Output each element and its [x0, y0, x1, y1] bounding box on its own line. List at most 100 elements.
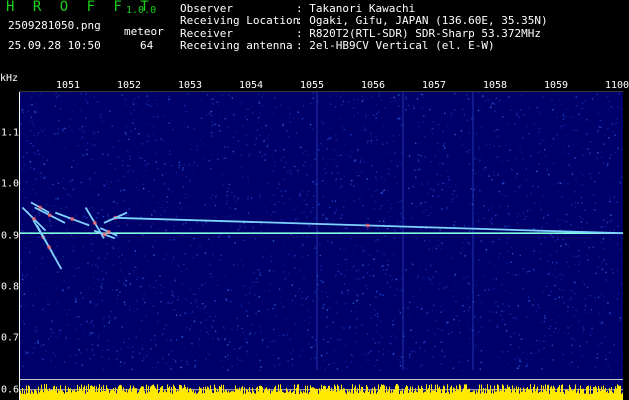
noise-speck [247, 302, 249, 304]
noise-speck [163, 328, 166, 330]
noise-speck [57, 133, 59, 135]
noise-speck [545, 285, 548, 287]
level-bar [21, 393, 22, 400]
noise-speck [199, 308, 201, 310]
noise-speck [128, 309, 131, 311]
noise-speck [212, 228, 214, 230]
level-bar [371, 390, 372, 400]
noise-speck [152, 246, 154, 248]
noise-speck [302, 190, 304, 192]
noise-speck [511, 253, 514, 255]
noise-speck [194, 128, 196, 130]
noise-speck [437, 183, 439, 185]
noise-speck [260, 127, 262, 129]
noise-speck [568, 363, 571, 365]
noise-speck [88, 287, 90, 289]
level-bar [335, 386, 336, 400]
noise-speck [540, 322, 542, 324]
antenna-value: : 2el-HB9CV Vertical (el. E-W) [296, 38, 495, 52]
level-bar [188, 392, 189, 400]
noise-speck [384, 273, 386, 276]
noise-speck [383, 348, 385, 351]
noise-speck [494, 264, 496, 267]
level-bar [397, 384, 398, 400]
noise-speck [272, 307, 274, 310]
noise-speck [554, 284, 556, 287]
noise-speck [280, 189, 282, 192]
noise-speck [490, 125, 492, 127]
noise-speck [493, 170, 495, 173]
noise-speck [225, 298, 227, 300]
noise-speck [474, 316, 476, 318]
noise-speck [136, 273, 138, 275]
level-bar [533, 386, 534, 400]
level-bar [40, 390, 41, 400]
noise-speck [469, 230, 471, 232]
noise-speck [463, 114, 465, 116]
noise-speck [490, 218, 493, 220]
noise-speck [40, 172, 42, 174]
level-bar [457, 389, 458, 400]
y-tick-label: 1.1 [1, 127, 20, 139]
noise-speck [180, 367, 182, 369]
noise-speck [396, 336, 398, 338]
noise-speck [570, 297, 572, 299]
noise-speck [113, 317, 115, 320]
level-bar [236, 388, 237, 400]
noise-speck [69, 355, 71, 357]
noise-speck [49, 187, 51, 189]
noise-speck [557, 238, 559, 240]
level-bar [435, 384, 436, 400]
noise-speck [217, 153, 219, 155]
noise-speck [441, 329, 443, 332]
noise-speck [379, 320, 382, 323]
noise-speck [350, 311, 352, 313]
noise-speck [495, 97, 497, 99]
noise-speck [382, 143, 384, 145]
level-bar [71, 392, 72, 400]
noise-speck [467, 309, 470, 311]
noise-speck [620, 107, 622, 110]
level-bar [293, 391, 294, 400]
level-bar [534, 384, 535, 400]
noise-speck [34, 347, 36, 349]
noise-speck [488, 289, 490, 291]
noise-speck [430, 188, 432, 190]
level-bar [52, 389, 53, 400]
noise-speck [339, 248, 341, 250]
noise-speck [258, 296, 260, 298]
noise-speck [81, 138, 83, 140]
noise-speck [274, 203, 276, 206]
level-bar [299, 393, 300, 400]
level-bar [32, 391, 33, 400]
noise-speck [20, 229, 22, 232]
noise-speck [310, 211, 312, 213]
noise-speck [394, 229, 396, 232]
noise-speck [85, 99, 87, 102]
noise-speck [336, 165, 338, 168]
noise-speck [155, 152, 157, 154]
noise-speck [412, 116, 415, 118]
noise-speck [514, 317, 517, 319]
noise-speck [498, 265, 500, 268]
level-bar [491, 393, 492, 400]
noise-speck [505, 330, 508, 333]
noise-speck [394, 317, 396, 319]
noise-speck [347, 290, 349, 292]
level-bar [167, 384, 168, 400]
noise-speck [165, 229, 167, 232]
level-bar [432, 390, 433, 400]
noise-speck [309, 317, 312, 319]
noise-speck [492, 102, 494, 104]
noise-speck [467, 98, 470, 100]
noise-speck [83, 215, 85, 217]
noise-speck [452, 295, 454, 297]
noise-speck [577, 271, 580, 273]
noise-speck [104, 185, 106, 187]
level-bar [489, 390, 490, 400]
noise-speck [306, 174, 308, 176]
noise-speck [260, 330, 262, 333]
noise-speck [263, 139, 265, 142]
noise-speck [497, 305, 499, 307]
noise-speck [355, 306, 358, 308]
